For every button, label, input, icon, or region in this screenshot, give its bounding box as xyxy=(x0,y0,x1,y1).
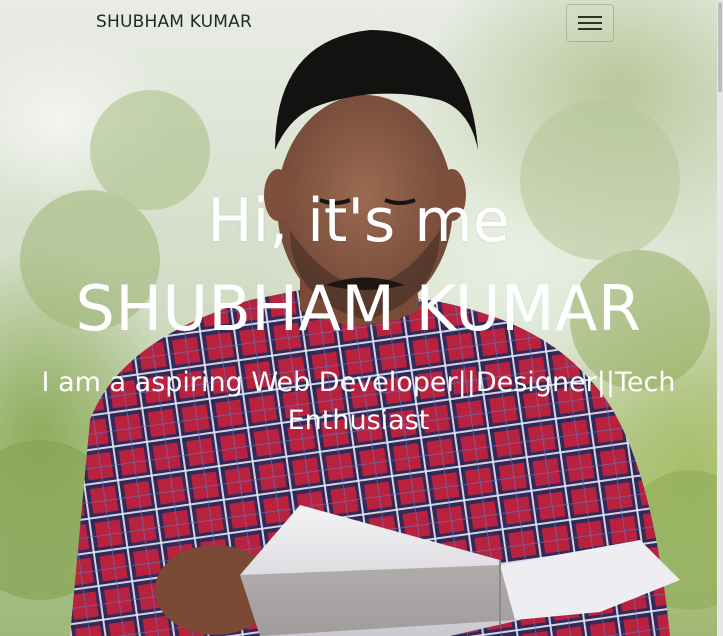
hamburger-menu-icon-bar xyxy=(578,28,602,30)
hero-name: SHUBHAM KUMAR xyxy=(75,272,642,345)
hamburger-menu-icon-bar xyxy=(578,22,602,24)
hamburger-menu-icon xyxy=(578,16,602,18)
scrollbar-thumb[interactable] xyxy=(718,2,722,92)
hero-tagline: I am a aspiring Web Developer||Designer|… xyxy=(10,364,707,440)
hero-greeting: Hi, it's me xyxy=(207,186,510,256)
hero-tagline-line2: Enthusiast xyxy=(287,405,430,436)
hero-tagline-line1: I am a aspiring Web Developer||Designer|… xyxy=(41,367,676,398)
hero-section: SHUBHAM KUMAR Hi, it's me SHUBHAM KUMAR … xyxy=(0,0,723,636)
navbar-toggle-button[interactable] xyxy=(566,4,614,42)
page-scrollbar[interactable] xyxy=(717,0,723,636)
navbar-brand[interactable]: SHUBHAM KUMAR xyxy=(96,12,252,32)
